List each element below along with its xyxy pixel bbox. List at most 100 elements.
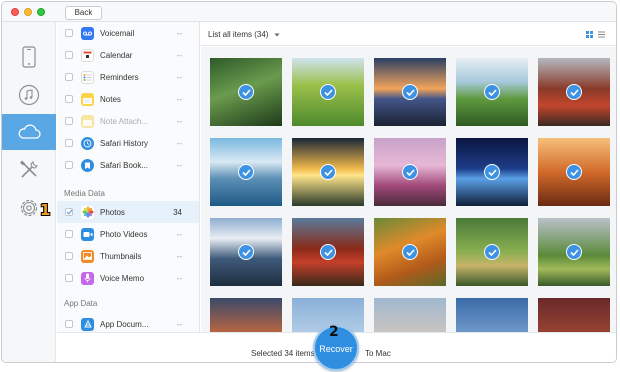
- category-label: App Docum...: [100, 319, 149, 329]
- category-checkbox[interactable]: [65, 117, 73, 125]
- photo-thumbnail[interactable]: [210, 58, 282, 126]
- category-checkbox[interactable]: [65, 139, 73, 147]
- zoom-window-button[interactable]: [37, 8, 45, 16]
- category-row-notes[interactable]: Notes --: [57, 88, 199, 110]
- category-label: Safari History: [100, 138, 149, 148]
- category-checkbox[interactable]: [65, 252, 73, 260]
- browser-toolbar: List all items (34): [201, 22, 616, 46]
- app-window: Back Voicemail -- Calendar -- Reminders …: [1, 1, 617, 363]
- category-label: Calendar: [100, 50, 133, 60]
- category-row-voicemail[interactable]: Voicemail --: [57, 22, 199, 44]
- selected-check-icon[interactable]: [484, 164, 500, 180]
- safari-bookmarks-icon: [81, 158, 94, 172]
- selected-check-icon[interactable]: [484, 244, 500, 260]
- photo-browser: List all items (34): [201, 22, 616, 332]
- category-row-photos[interactable]: Photos 34: [57, 201, 199, 223]
- category-row-note-attachments[interactable]: Note Attach... --: [57, 110, 199, 132]
- app-documents-icon: [81, 317, 94, 331]
- safari-history-icon: [81, 136, 94, 150]
- rail-item-icloud[interactable]: [2, 114, 56, 150]
- selected-check-icon[interactable]: [402, 84, 418, 100]
- category-count: --: [176, 229, 182, 239]
- photo-thumbnail[interactable]: [374, 218, 446, 286]
- list-view-icon[interactable]: [598, 31, 605, 38]
- category-count: 34: [173, 207, 182, 217]
- photo-thumbnail[interactable]: [210, 218, 282, 286]
- tools-icon: [20, 160, 39, 178]
- photo-thumbnail[interactable]: [456, 58, 528, 126]
- category-checkbox[interactable]: [65, 230, 73, 238]
- rail-item-device[interactable]: [2, 39, 56, 75]
- category-label: Note Attach...: [100, 116, 149, 126]
- cloud-icon: [18, 124, 41, 139]
- category-checkbox[interactable]: [65, 51, 73, 59]
- list-all-dropdown[interactable]: List all items (34): [208, 30, 280, 39]
- selected-check-icon[interactable]: [402, 164, 418, 180]
- rail-item-itunes[interactable]: [2, 77, 56, 113]
- photo-thumbnail[interactable]: [538, 218, 610, 286]
- photo-videos-icon: [81, 227, 94, 241]
- selected-check-icon[interactable]: [484, 84, 500, 100]
- back-button[interactable]: Back: [65, 6, 102, 20]
- photo-thumbnail[interactable]: [456, 218, 528, 286]
- selected-check-icon[interactable]: [402, 244, 418, 260]
- category-label: Reminders: [100, 72, 139, 82]
- selected-check-icon[interactable]: [238, 244, 254, 260]
- photo-thumbnail[interactable]: [538, 58, 610, 126]
- minimize-window-button[interactable]: [24, 8, 32, 16]
- photo-thumbnail[interactable]: [538, 138, 610, 206]
- photo-thumbnail[interactable]: [374, 58, 446, 126]
- category-checkbox[interactable]: [65, 161, 73, 169]
- category-count: --: [176, 160, 182, 170]
- note-attach-icon: [81, 114, 94, 128]
- selected-check-icon[interactable]: [320, 84, 336, 100]
- photo-thumbnail[interactable]: [456, 298, 528, 332]
- category-checkbox[interactable]: [65, 320, 73, 328]
- category-row-reminders[interactable]: Reminders --: [57, 66, 199, 88]
- category-checkbox[interactable]: [65, 274, 73, 282]
- selected-check-icon[interactable]: [566, 244, 582, 260]
- photo-thumbnail[interactable]: [210, 138, 282, 206]
- selected-count-text: Selected 34 items: [251, 349, 315, 358]
- photo-thumbnail[interactable]: [292, 58, 364, 126]
- category-row-safari-history[interactable]: Safari History --: [57, 132, 199, 154]
- photo-thumbnail[interactable]: [292, 138, 364, 206]
- photo-thumbnail[interactable]: [374, 298, 446, 332]
- category-row-voice-memo[interactable]: Voice Memo --: [57, 267, 199, 289]
- selected-check-icon[interactable]: [320, 164, 336, 180]
- photo-thumbnail[interactable]: [210, 298, 282, 332]
- category-list: Voicemail -- Calendar -- Reminders -- No…: [57, 22, 200, 332]
- selected-check-icon[interactable]: [320, 244, 336, 260]
- category-row-app-documents[interactable]: App Docum... --: [57, 313, 199, 332]
- grid-view-icon[interactable]: [586, 31, 593, 38]
- category-checkbox-checked[interactable]: [65, 208, 73, 216]
- rail-item-tools[interactable]: [2, 152, 56, 188]
- selected-check-icon[interactable]: [238, 164, 254, 180]
- category-row-calendar[interactable]: Calendar --: [57, 44, 199, 66]
- photo-thumbnail[interactable]: [456, 138, 528, 206]
- category-checkbox[interactable]: [65, 29, 73, 37]
- category-row-photo-videos[interactable]: Photo Videos --: [57, 223, 199, 245]
- category-count: --: [176, 94, 182, 104]
- category-label: Voice Memo: [100, 273, 145, 283]
- category-checkbox[interactable]: [65, 73, 73, 81]
- selected-check-icon[interactable]: [566, 84, 582, 100]
- section-media-data: Media Data: [64, 189, 105, 198]
- selected-check-icon[interactable]: [238, 84, 254, 100]
- close-window-button[interactable]: [11, 8, 19, 16]
- notes-icon: [81, 92, 94, 106]
- section-app-data: App Data: [64, 299, 98, 308]
- photo-thumbnail[interactable]: [374, 138, 446, 206]
- selected-check-icon[interactable]: [566, 164, 582, 180]
- step-2-badge: 2: [329, 324, 339, 340]
- category-checkbox[interactable]: [65, 95, 73, 103]
- photo-thumbnail[interactable]: [292, 218, 364, 286]
- category-label: Photos: [100, 207, 125, 217]
- sidebar-rail: [2, 22, 56, 362]
- category-row-safari-bookmarks[interactable]: Safari Book... --: [57, 154, 199, 176]
- category-row-thumbnails[interactable]: Thumbnails --: [57, 245, 199, 267]
- category-count: --: [176, 116, 182, 126]
- category-label: Safari Book...: [100, 160, 149, 170]
- photo-thumbnail[interactable]: [538, 298, 610, 332]
- photo-grid: [201, 47, 616, 332]
